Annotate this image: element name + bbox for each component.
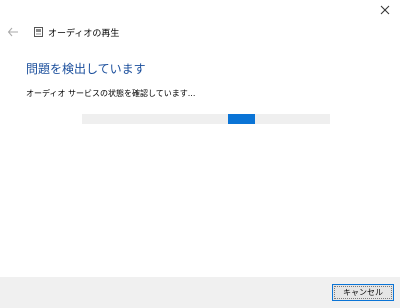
cancel-button[interactable]: キャンセル: [332, 284, 394, 301]
audio-troubleshooter-icon: [34, 27, 43, 37]
close-icon[interactable]: [378, 3, 392, 17]
footer-bar: キャンセル: [0, 277, 400, 308]
page-title: 問題を検出しています: [26, 62, 146, 76]
troubleshooter-window: オーディオの再生 問題を検出しています オーディオ サービスの状態を確認していま…: [0, 0, 400, 308]
window-title: オーディオの再生: [48, 28, 120, 39]
window-header: オーディオの再生: [7, 24, 119, 40]
back-arrow-icon[interactable]: [7, 26, 19, 38]
status-text: オーディオ サービスの状態を確認しています...: [26, 89, 196, 98]
progress-indicator: [228, 114, 255, 124]
progress-bar: [82, 114, 330, 124]
